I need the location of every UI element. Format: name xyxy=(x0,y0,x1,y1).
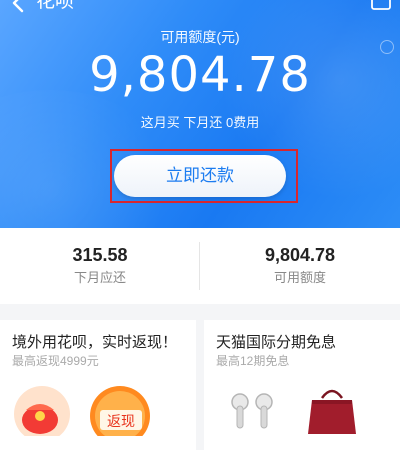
page-title: 花呗 xyxy=(36,0,75,12)
promo-card-overseas-cashback[interactable]: 境外用花呗，实时返现！ 最高返现4999元 返现 xyxy=(0,320,196,450)
billing-note: 这月买 下月还 0费用 xyxy=(140,115,260,130)
earphones-icon xyxy=(231,393,273,429)
cashback-badge-text: 返现 xyxy=(107,413,135,429)
promo-card-tmall-installment[interactable]: 天猫国际分期免息 最高12期免息 xyxy=(204,320,400,450)
balance-header: 花呗 可用额度(元) 9,804.78 这月买 下月还 0费用 立即还款 xyxy=(0,0,400,228)
stat-label: 可用额度 xyxy=(273,270,326,285)
available-quota-label: 可用额度(元) xyxy=(160,29,240,45)
promo-title: 天猫国际分期免息 xyxy=(216,334,337,351)
available-quota-amount: 9,804.78 xyxy=(89,47,311,103)
red-envelope-coin-icon: 返现 xyxy=(14,386,150,436)
back-arrow-icon xyxy=(12,0,24,13)
stat-value: 9,804.78 xyxy=(264,245,336,265)
message-icon xyxy=(371,0,391,10)
summary-stats: 315.58 下月应还 9,804.78 可用额度 xyxy=(0,228,400,304)
top-nav-bar: 花呗 xyxy=(0,0,400,14)
promo-title: 境外用花呗，实时返现！ xyxy=(12,334,178,351)
stat-value: 315.58 xyxy=(72,245,128,265)
repay-button-highlight-box xyxy=(110,149,298,203)
earphones-handbag-icon xyxy=(231,389,356,434)
promo-subtitle: 最高返现4999元 xyxy=(12,354,99,368)
promo-subtitle: 最高12期免息 xyxy=(216,354,290,368)
available-quota-stat[interactable]: 9,804.78 可用额度 xyxy=(200,228,400,304)
back-button[interactable] xyxy=(8,0,30,14)
next-month-due-stat[interactable]: 315.58 下月应还 xyxy=(0,228,200,304)
handbag-icon xyxy=(308,389,356,434)
message-button[interactable] xyxy=(370,0,392,12)
stat-label: 下月应还 xyxy=(73,270,126,285)
